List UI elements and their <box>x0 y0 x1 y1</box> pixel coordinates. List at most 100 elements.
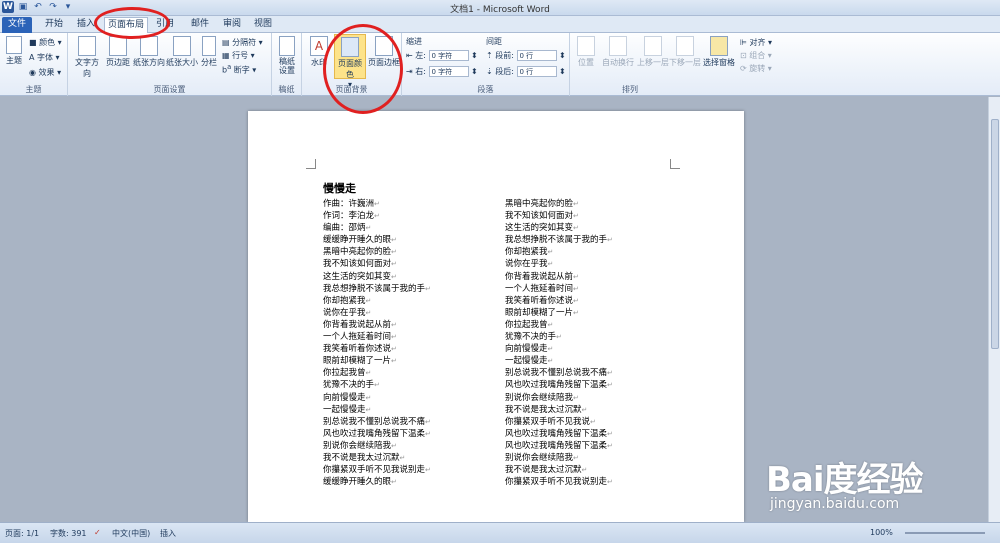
vertical-scrollbar[interactable] <box>988 97 1000 522</box>
tab-file[interactable]: 文件 <box>2 17 32 33</box>
themes-button[interactable]: 主题 <box>3 36 25 66</box>
columns-button[interactable]: 分栏 <box>199 36 219 68</box>
position-button[interactable]: 位置 <box>574 36 598 68</box>
tab-references[interactable]: 引用 <box>154 17 176 33</box>
selection-pane-button[interactable]: 选择窗格 <box>702 36 736 68</box>
bring-forward-button[interactable]: 上移一层 <box>636 36 670 68</box>
text-direction-button[interactable]: 文字方向 <box>72 36 102 79</box>
wrap-text-icon <box>609 36 627 56</box>
orientation-button[interactable]: 纸张方向 <box>133 36 165 68</box>
breaks-label: 分隔符 <box>232 38 257 47</box>
align-label: 对齐 <box>749 38 766 47</box>
breaks-button[interactable]: ▤ 分隔符 ▾ <box>222 37 263 48</box>
lyric-line: 犹豫不决的手 <box>323 379 431 391</box>
page-setup-group: 文字方向 页边距 纸张方向 纸张大小 分栏 ▤ 分隔符 ▾ ▦ 行号 ▾ ba … <box>68 33 272 96</box>
status-bar: 页面: 1/1 字数: 391 ✓ 中文(中国) 插入 100% <box>0 522 1000 543</box>
title-bar: W ▣ ↶ ↷ ▾ 文档1 - Microsoft Word <box>0 0 1000 16</box>
paragraph-group-label: 段落 <box>477 85 494 94</box>
theme-fonts-label: 字体 <box>37 53 54 62</box>
window-title: 文档1 - Microsoft Word <box>450 5 550 15</box>
document-page[interactable]: 慢慢走 作曲：许巍洲作词：李泊龙编曲：邵炳缓缓睁开睡久的眼黑暗中亮起你的脸我不知… <box>248 111 744 522</box>
lyric-line: 说你在乎我 <box>323 307 431 319</box>
proofing-icon[interactable]: ✓ <box>94 528 101 537</box>
hyphenation-button[interactable]: ba 断字 ▾ <box>222 63 256 76</box>
wrap-text-button[interactable]: 自动换行 <box>600 36 636 68</box>
lyric-line: 你拉起我曾 <box>323 367 431 379</box>
line-numbers-button[interactable]: ▦ 行号 ▾ <box>222 50 255 61</box>
lyric-line: 我笑着听着你述说 <box>505 295 613 307</box>
page-border-button[interactable]: 页面边框 <box>368 36 400 68</box>
columns-label: 分栏 <box>201 58 217 67</box>
group-label: 组合 <box>749 51 766 60</box>
themes-label: 主题 <box>6 56 22 65</box>
tab-insert[interactable]: 插入 <box>74 17 98 33</box>
lyric-line: 编曲：邵炳 <box>323 222 431 234</box>
ribbon-tabs: 文件 开始 插入 页面布局 引用 邮件 审阅 视图 <box>0 16 1000 33</box>
watermark-label: 水印 <box>311 58 327 67</box>
tab-home[interactable]: 开始 <box>40 17 68 33</box>
left-column: 作曲：许巍洲作词：李泊龙编曲：邵炳缓缓睁开睡久的眼黑暗中亮起你的脸我不知该如何面… <box>323 198 431 488</box>
lyric-line: 我不知该如何面对 <box>505 210 613 222</box>
theme-fonts-button[interactable]: A 字体 ▾ <box>29 52 60 63</box>
lyric-line: 别说你会继续陪我 <box>505 452 613 464</box>
lyric-line: 我不说是我太过沉默 <box>505 464 613 476</box>
lyric-line: 缓缓睁开睡久的眼 <box>323 234 431 246</box>
bring-forward-icon <box>644 36 662 56</box>
themes-group-label: 主题 <box>25 85 42 94</box>
lyric-line: 我总想挣脱不该属于我的手 <box>505 234 613 246</box>
lyric-line: 别总说我不懂别总说我不痛 <box>505 367 613 379</box>
tab-review[interactable]: 审阅 <box>218 17 246 33</box>
lyric-line: 我不说是我太过沉默 <box>323 452 431 464</box>
rotate-button[interactable]: ⟳ 旋转 ▾ <box>740 63 772 74</box>
lyric-line: 别总说我不懂别总说我不痛 <box>323 416 431 428</box>
page-background-group: A 水印 页面颜色 ▾ 页面边框 页面背景 <box>302 33 402 96</box>
lyric-line: 你攥紧双手听不见我说 <box>505 416 613 428</box>
insert-mode[interactable]: 插入 <box>160 528 176 539</box>
language[interactable]: 中文(中国) <box>112 528 150 539</box>
page-color-button[interactable]: 页面颜色 ▾ <box>334 34 366 89</box>
watermark-button[interactable]: A 水印 <box>306 36 332 68</box>
page-count[interactable]: 页面: 1/1 <box>5 528 39 539</box>
tab-mailings[interactable]: 邮件 <box>186 17 214 33</box>
tab-page-layout[interactable]: 页面布局 <box>104 17 148 33</box>
bring-forward-label: 上移一层 <box>637 58 669 67</box>
wrap-text-label: 自动换行 <box>602 58 634 67</box>
margins-button[interactable]: 页边距 <box>104 36 132 68</box>
columns-icon <box>202 36 216 56</box>
spacing-after-label: 段后: <box>495 67 514 76</box>
theme-effects-button[interactable]: ◉ 效果 ▾ <box>29 67 61 78</box>
group-button[interactable]: ⊡ 组合 ▾ <box>740 50 772 61</box>
watermark-brand: Bai度经验 <box>766 460 924 500</box>
lyric-line: 向前慢慢走 <box>505 343 613 355</box>
size-button[interactable]: 纸张大小 <box>166 36 198 68</box>
indent-right-input[interactable]: 0 字符 <box>428 66 469 77</box>
watermark-icon: A <box>310 36 328 56</box>
spacing-heading: 间距 <box>486 37 502 46</box>
draft-settings-label: 稿纸 设置 <box>279 57 295 75</box>
spacing-before-input[interactable]: 0 行 <box>516 50 557 61</box>
send-backward-button[interactable]: 下移一层 <box>668 36 702 68</box>
lyric-line: 说你在乎我 <box>505 258 613 270</box>
theme-colors-button[interactable]: ■ 颜色 ▾ <box>29 37 62 48</box>
draft-settings-button[interactable]: 稿纸 设置 <box>275 36 299 75</box>
tab-view[interactable]: 视图 <box>250 17 276 33</box>
scrollbar-thumb[interactable] <box>991 119 999 349</box>
draft-settings-icon <box>279 36 295 56</box>
lyric-line: 眼前却模糊了一片 <box>323 355 431 367</box>
lyric-line: 风也吹过我嘴角残留下温柔 <box>323 428 431 440</box>
spacing-after-input[interactable]: 0 行 <box>516 66 557 77</box>
indent-left-input[interactable]: 0 字符 <box>428 50 469 61</box>
zoom-slider[interactable] <box>905 532 985 534</box>
lyric-line: 这生活的突如其变 <box>505 222 613 234</box>
zoom-level[interactable]: 100% <box>870 528 893 537</box>
margin-corner-mark <box>306 159 316 169</box>
lyric-line: 一起慢慢走 <box>323 404 431 416</box>
position-label: 位置 <box>578 58 594 67</box>
spacing-before-row: ⇡ 段前: 0 行 ⬍ <box>486 50 566 61</box>
align-button[interactable]: ⊫ 对齐 ▾ <box>740 37 772 48</box>
lyric-line: 眼前却模糊了一片 <box>505 307 613 319</box>
lyric-line: 一个人拖延着时间 <box>505 283 613 295</box>
draft-group: 稿纸 设置 稿纸 <box>272 33 302 96</box>
word-count[interactable]: 字数: 391 <box>50 528 87 539</box>
lyric-line: 你却抱紧我 <box>323 295 431 307</box>
